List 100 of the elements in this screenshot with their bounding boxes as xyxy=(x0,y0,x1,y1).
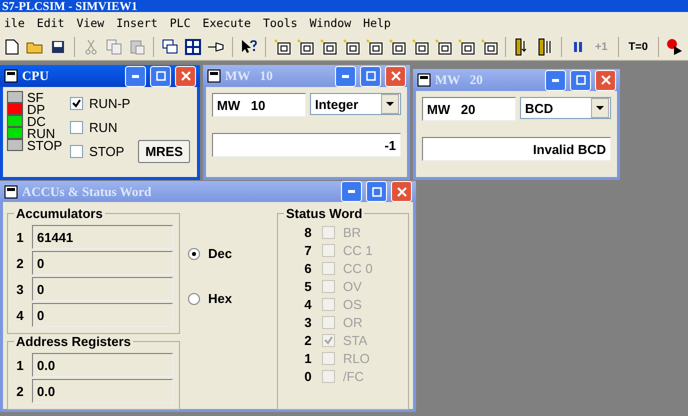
value-field[interactable]: Invalid BCD xyxy=(422,137,611,161)
register-index: 1 xyxy=(15,230,25,244)
group-title: Status Word xyxy=(284,206,364,221)
bit-number: 6 xyxy=(303,260,313,276)
window-title: MW 20 xyxy=(435,72,484,88)
format-dropdown[interactable]: Integer xyxy=(310,93,401,115)
tile-windows-icon[interactable] xyxy=(183,37,203,57)
menu-item[interactable]: Tools xyxy=(262,16,306,30)
value-field[interactable]: -1 xyxy=(212,133,401,157)
status-bit-label: CC 0 xyxy=(342,260,373,276)
window-title: ACCUs & Status Word xyxy=(22,184,152,200)
register-value: 0 xyxy=(32,277,174,301)
minimize-button[interactable] xyxy=(335,66,356,86)
bit-number: 1 xyxy=(303,350,313,366)
group-title: Accumulators xyxy=(15,206,104,221)
menu-item[interactable]: Edit xyxy=(36,16,72,30)
menu-item[interactable]: Window xyxy=(310,16,360,30)
app-title: S7-PLCSIM - SIMVIEW1 xyxy=(1,0,138,12)
bit-number: 2 xyxy=(303,332,313,348)
register-index: 2 xyxy=(15,384,25,398)
status-bit-label: /FC xyxy=(342,368,364,384)
status-bit-label: STA xyxy=(342,332,368,348)
window-icon xyxy=(207,69,221,83)
minimize-button[interactable] xyxy=(341,181,362,202)
close-icon xyxy=(396,186,406,196)
format-dropdown[interactable]: BCD xyxy=(520,97,611,119)
minimize-icon xyxy=(342,74,349,78)
menu-item[interactable]: Insert xyxy=(116,16,166,30)
caret-icon xyxy=(596,106,604,110)
register-value: 0 xyxy=(32,251,174,275)
led-label: DP xyxy=(27,102,46,116)
maximize-button[interactable] xyxy=(366,181,387,202)
address-field[interactable]: MW 10 xyxy=(212,93,306,117)
close-button[interactable] xyxy=(175,66,196,86)
bit-number: 8 xyxy=(303,224,313,240)
radix-label: Dec xyxy=(208,246,232,261)
led-label: RUN xyxy=(27,126,56,140)
register-index: 4 xyxy=(15,308,25,322)
register-index: 3 xyxy=(15,282,25,296)
mode-label: RUN xyxy=(89,120,118,134)
maximize-icon xyxy=(366,71,376,81)
window-title: CPU xyxy=(22,68,50,84)
led-label: SF xyxy=(27,90,44,104)
mode-checkbox[interactable] xyxy=(70,144,84,158)
bit-number: 7 xyxy=(303,242,313,258)
close-button[interactable] xyxy=(385,66,406,86)
menu-item[interactable]: View xyxy=(76,16,112,30)
menu-item[interactable]: Execute xyxy=(202,16,259,30)
minimize-button[interactable] xyxy=(125,66,146,86)
caret-icon xyxy=(386,102,394,106)
register-value: 0 xyxy=(32,303,174,327)
close-button[interactable] xyxy=(595,70,616,90)
mode-checkbox[interactable] xyxy=(70,96,84,110)
window-icon xyxy=(4,184,18,198)
mode-checkbox[interactable] xyxy=(70,120,84,134)
status-bit-label: OV xyxy=(342,278,362,294)
address-field[interactable]: MW 20 xyxy=(422,97,516,121)
bit-number: 5 xyxy=(303,278,313,294)
minimize-icon xyxy=(552,78,559,82)
register-value: 0.0 xyxy=(32,353,174,377)
menu-item[interactable]: PLC xyxy=(170,16,199,30)
group-title: Address Registers xyxy=(15,334,132,349)
maximize-button[interactable] xyxy=(570,70,591,90)
reset-timers-label[interactable]: T=0 xyxy=(624,41,652,53)
maximize-icon xyxy=(156,71,166,81)
maximize-button[interactable] xyxy=(150,66,171,86)
mres-button[interactable]: MRES xyxy=(138,140,190,163)
status-bit-label: OS xyxy=(342,296,362,312)
close-icon xyxy=(180,71,190,81)
maximize-icon xyxy=(372,186,382,196)
led-label: DC xyxy=(27,114,46,128)
bit-number: 4 xyxy=(303,296,313,312)
radix-radio[interactable] xyxy=(188,292,200,304)
radix-label: Hex xyxy=(208,291,232,306)
close-icon xyxy=(600,75,610,85)
led-label: STOP xyxy=(27,138,62,152)
register-index: 2 xyxy=(15,256,25,270)
register-index: 1 xyxy=(15,358,25,372)
bit-number: 3 xyxy=(303,314,313,330)
bit-number: 0 xyxy=(303,368,313,384)
status-bit-label: BR xyxy=(342,224,362,240)
mode-label: STOP xyxy=(89,144,124,158)
radix-radio[interactable] xyxy=(188,248,200,260)
status-bit-label: RLO xyxy=(342,350,370,366)
window-icon xyxy=(4,69,18,83)
register-value: 61441 xyxy=(32,225,174,249)
window-title: MW 10 xyxy=(225,68,274,84)
maximize-button[interactable] xyxy=(360,66,381,86)
menu-item[interactable]: Help xyxy=(363,16,399,30)
status-bit-label: CC 1 xyxy=(342,242,373,258)
minimize-icon xyxy=(132,74,139,78)
register-value: 0.0 xyxy=(32,379,174,403)
minimize-button[interactable] xyxy=(545,70,566,90)
maximize-icon xyxy=(576,75,586,85)
menu-item[interactable]: ile xyxy=(4,16,33,30)
minimize-icon xyxy=(348,190,355,193)
window-icon xyxy=(417,73,431,87)
close-button[interactable] xyxy=(391,181,412,202)
mode-label: RUN-P xyxy=(89,96,130,110)
close-icon xyxy=(390,71,400,81)
